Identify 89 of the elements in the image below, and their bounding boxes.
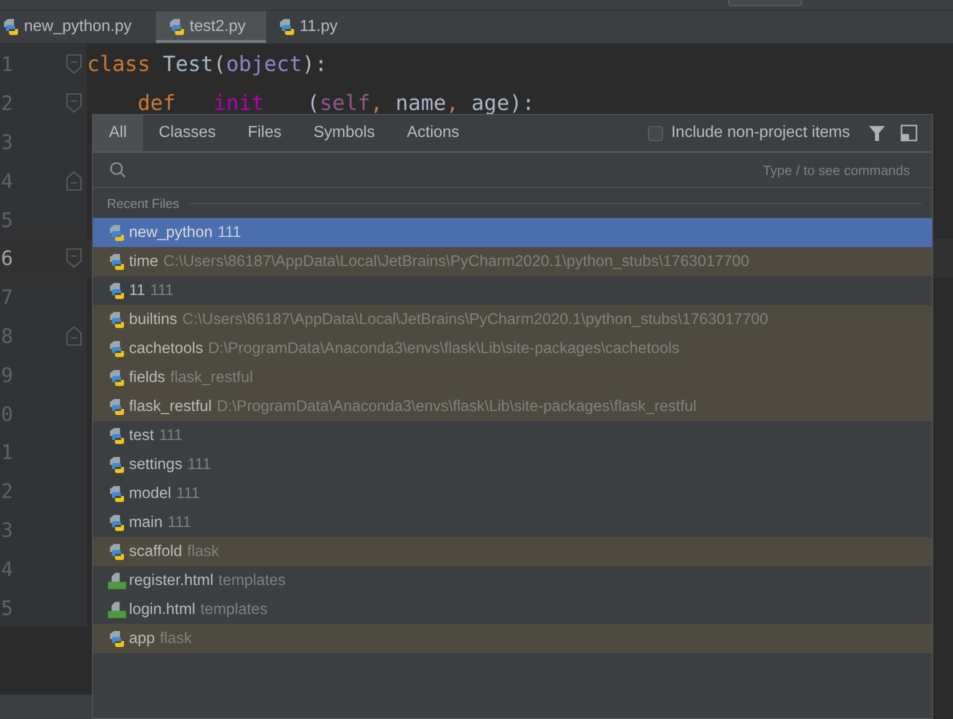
file-location: D:\ProgramData\Anaconda3\envs\flask\Lib\site-packages\cachetools [208, 340, 680, 358]
python-file-icon [108, 282, 126, 300]
file-name: scaffold [129, 542, 182, 560]
file-location: flask [187, 542, 220, 560]
html-file-icon [108, 600, 126, 618]
hint-text: Type / to see commands [762, 162, 910, 178]
checkbox-label[interactable]: Include non-project items [671, 124, 850, 142]
file-location: C:\Users\86187\AppData\Local\JetBrains\PyCharm2020.1\python_stubs\1763017700 [182, 310, 768, 328]
search-tab[interactable]: Symbols [297, 115, 391, 151]
file-name: login.html [129, 600, 196, 618]
search-icon [109, 161, 127, 179]
search-tab[interactable]: Actions [390, 115, 476, 151]
code-token: name [394, 91, 446, 116]
file-location: flask [160, 630, 192, 648]
python-file-icon [168, 18, 186, 36]
file-name: 11 [129, 282, 146, 300]
section-header: Recent Files [107, 196, 180, 210]
editor-tab[interactable]: test2.py [156, 11, 266, 43]
python-file-icon [108, 456, 126, 474]
editor-tab[interactable]: 11.py [266, 11, 358, 43]
file-location: flask_restful [170, 368, 253, 386]
fold-icon [66, 248, 82, 268]
file-name: register.html [129, 572, 214, 590]
file-name: test [129, 426, 154, 444]
file-name: settings [129, 456, 182, 474]
file-location: 111 [218, 224, 242, 242]
python-file-icon [108, 340, 126, 358]
result-item[interactable]: time C:\Users\86187\AppData\Local\JetBrains\PyCharm2020.1\python_stubs\1763017700 [93, 247, 932, 276]
python-file-icon [108, 252, 126, 270]
python-file-icon [278, 18, 296, 36]
file-location: 111 [187, 456, 211, 474]
file-name: time [129, 252, 158, 270]
result-item[interactable]: fields flask_restful [93, 363, 932, 392]
code-token: ( [307, 91, 320, 116]
file-name: builtins [129, 310, 178, 328]
file-name: new_python [129, 224, 213, 242]
code-token: class [87, 52, 152, 76]
code-token: age): [470, 91, 535, 116]
window-icon[interactable] [900, 124, 918, 142]
code-token: self [320, 91, 370, 116]
code-token: def [136, 91, 176, 116]
python-file-icon [2, 18, 20, 36]
result-item[interactable]: new_python 111 [93, 218, 932, 247]
code-token: ): [302, 52, 328, 76]
search-tab[interactable]: Classes [142, 115, 232, 151]
file-location: templates [200, 600, 268, 618]
file-name: model [129, 484, 172, 502]
file-name: fields [129, 368, 166, 386]
python-file-icon [108, 484, 126, 502]
fold-icon [66, 326, 82, 346]
search-tab[interactable]: Files [232, 115, 298, 151]
search-tab[interactable]: All [93, 115, 143, 151]
code-token: , [446, 91, 459, 116]
python-file-icon [108, 310, 126, 328]
checkbox[interactable] [648, 126, 664, 140]
python-file-icon [108, 514, 126, 532]
file-location: D:\ProgramData\Anaconda3\envs\flask\Lib\site-packages\flask_restful [216, 398, 697, 416]
file-location: C:\Users\86187\AppData\Local\JetBrains\PyCharm2020.1\python_stubs\1763017700 [163, 252, 750, 270]
result-item[interactable]: builtins C:\Users\86187\AppData\Local\JetBrains\PyCharm2020.1\python_stubs\1763017700 [93, 305, 932, 334]
file-location: 111 [158, 426, 183, 444]
python-file-icon [108, 368, 126, 386]
result-item[interactable]: scaffold flask [93, 537, 932, 566]
python-file-icon [108, 224, 126, 242]
editor-tab[interactable]: new_python.py [0, 11, 156, 43]
file-location: 111 [150, 282, 174, 300]
file-location: templates [218, 572, 286, 590]
filter-icon[interactable] [868, 124, 886, 142]
code-token: , [370, 91, 383, 116]
file-name: cachetools [129, 340, 204, 358]
result-item[interactable]: app flask [93, 624, 932, 653]
python-file-icon [108, 542, 126, 560]
file-location: 111 [176, 484, 200, 502]
line-number: 6 [0, 246, 14, 270]
code-token: object [226, 52, 302, 76]
file-name: main [129, 514, 163, 532]
code-token: init [213, 91, 264, 116]
file-location: 111 [168, 514, 192, 532]
result-item[interactable]: flask_restful D:\ProgramData\Anaconda3\envs\flask\Lib\site-packages\flask_restful [93, 392, 932, 421]
python-file-icon [108, 426, 126, 444]
python-file-icon [108, 398, 126, 416]
fold-icon [66, 170, 82, 191]
fold-icon [66, 54, 82, 74]
result-item[interactable]: cachetools D:\ProgramData\Anaconda3\envs\flask\Lib\site-packages\cachetools [93, 334, 932, 363]
python-file-icon [108, 630, 126, 648]
fold-icon [66, 93, 82, 114]
html-file-icon [108, 572, 126, 590]
file-name: app [129, 630, 155, 648]
file-name: flask_restful [129, 398, 212, 416]
code-token: Test( [162, 52, 226, 76]
